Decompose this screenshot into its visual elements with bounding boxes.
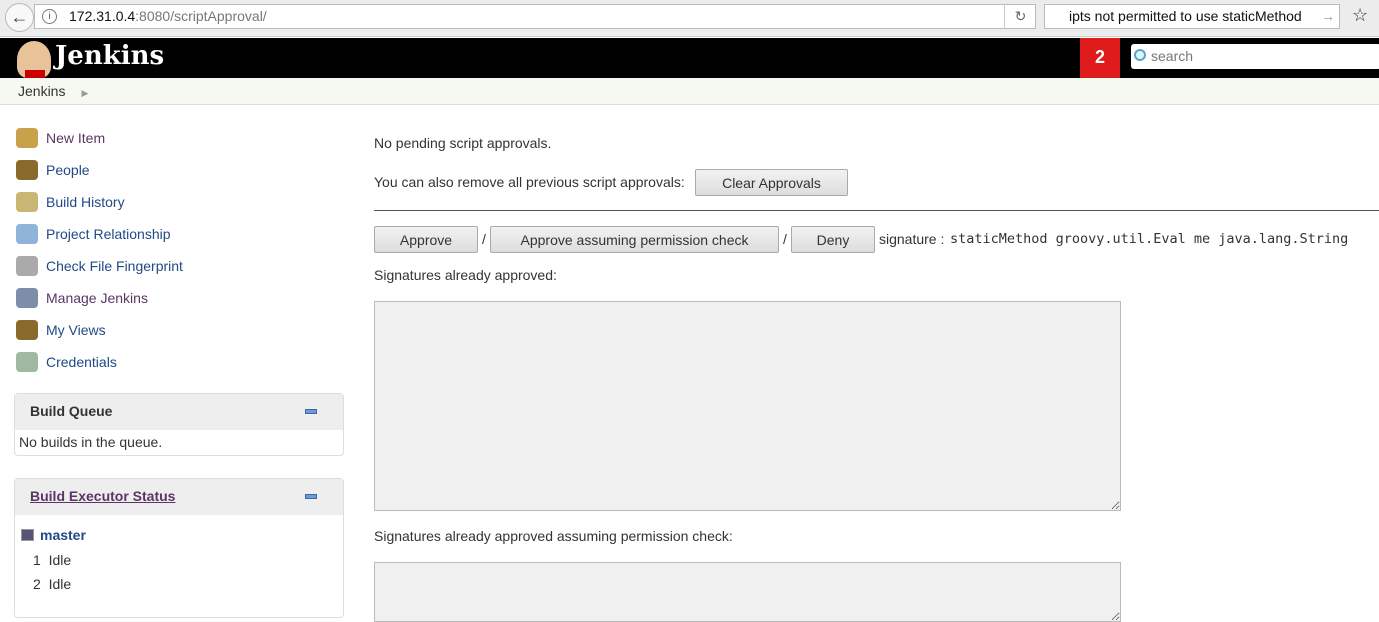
queue-empty: No builds in the queue. — [19, 434, 163, 450]
sidebar-item-build-history[interactable]: Build History — [16, 186, 346, 218]
sidebar-item-manage-jenkins[interactable]: Manage Jenkins — [16, 282, 346, 314]
deny-button[interactable]: Deny — [791, 226, 875, 253]
executor-row: 2 Idle — [33, 576, 72, 592]
build-queue-pane: Build Queue No builds in the queue. — [14, 393, 344, 456]
executor-row: 1 Idle — [33, 552, 72, 568]
build-queue-title: Build Queue — [30, 403, 113, 419]
keys-icon — [16, 352, 38, 372]
sidebar-item-label[interactable]: Project Relationship — [46, 226, 171, 242]
collapse-icon[interactable] — [305, 494, 317, 499]
sidebar-item-label[interactable]: New Item — [46, 130, 105, 146]
people-icon — [16, 160, 38, 180]
sidebar-item-label[interactable]: Build History — [46, 194, 125, 210]
sidebar-item-label[interactable]: Credentials — [46, 354, 117, 370]
divider — [374, 210, 1379, 211]
notepad-icon — [16, 192, 38, 212]
magnifier-icon — [16, 224, 38, 244]
jenkins-logo-icon[interactable] — [17, 41, 51, 78]
brand-title[interactable]: Jenkins — [55, 41, 164, 71]
executor-pane: Build Executor Status master 1 Idle 2 Id… — [14, 478, 344, 618]
node-master[interactable]: master — [40, 527, 86, 543]
sidebar-item-people[interactable]: People — [16, 154, 346, 186]
approve-button[interactable]: Approve — [374, 226, 478, 253]
collapse-icon[interactable] — [305, 409, 317, 414]
info-icon[interactable]: i — [42, 9, 57, 24]
approve-permission-check-button[interactable]: Approve assuming permission check — [490, 226, 779, 253]
breadcrumb-arrow-icon[interactable]: ▶ — [81, 88, 88, 98]
approved-permission-label: Signatures already approved assuming per… — [374, 528, 733, 544]
gear-icon — [16, 288, 38, 308]
breadcrumb: Jenkins ▶ — [0, 78, 1379, 105]
people-icon — [16, 320, 38, 340]
back-button[interactable]: ← — [5, 3, 34, 32]
approved-label: Signatures already approved: — [374, 267, 557, 283]
sidebar-item-label[interactable]: People — [46, 162, 90, 178]
no-pending-text: No pending script approvals. — [374, 135, 552, 151]
signature-label: signature : — [879, 231, 945, 247]
address-bar[interactable]: 172.31.0.4:8080/scriptApproval/ — [34, 4, 1036, 29]
sidebar-item-project-relationship[interactable]: Project Relationship — [16, 218, 346, 250]
approved-signatures-textarea[interactable] — [374, 301, 1121, 511]
sidebar-item-credentials[interactable]: Credentials — [16, 346, 346, 378]
executor-status-link[interactable]: Build Executor Status — [30, 488, 175, 504]
sidebar-item-my-views[interactable]: My Views — [16, 314, 346, 346]
new-item-icon — [16, 128, 38, 148]
bookmark-star-icon[interactable]: ☆ — [1352, 5, 1368, 26]
sidebar-item-label[interactable]: My Views — [46, 322, 106, 338]
remove-approvals-text: You can also remove all previous script … — [374, 174, 685, 190]
computer-icon — [21, 529, 34, 541]
signature-value: staticMethod groovy.util.Eval me java.la… — [950, 231, 1349, 247]
sidebar-tasks: New Item People Build History Project Relat… — [16, 122, 346, 378]
sidebar-item-check-file-fingerprint[interactable]: Check File Fingerprint — [16, 250, 346, 282]
breadcrumb-jenkins[interactable]: Jenkins — [18, 83, 65, 99]
sidebar-item-label[interactable]: Check File Fingerprint — [46, 258, 183, 274]
notification-badge[interactable]: 2 — [1080, 38, 1120, 78]
clear-approvals-button[interactable]: Clear Approvals — [695, 169, 848, 196]
go-arrow-icon[interactable]: → — [1321, 5, 1335, 28]
search-input[interactable]: search — [1131, 44, 1379, 69]
search-icon — [1134, 49, 1146, 61]
browser-toolbar: ← 172.31.0.4:8080/scriptApproval/ i ↻ ip… — [0, 0, 1379, 37]
reload-icon[interactable]: ↻ — [1004, 4, 1036, 29]
sidebar-item-label[interactable]: Manage Jenkins — [46, 290, 148, 306]
search-bar[interactable]: ipts not permitted to use staticMethod → — [1044, 4, 1340, 29]
fingerprint-icon — [16, 256, 38, 276]
sidebar-item-new-item[interactable]: New Item — [16, 122, 346, 154]
approved-permission-textarea[interactable] — [374, 562, 1121, 622]
jenkins-header: Jenkins 2 search — [0, 38, 1379, 78]
